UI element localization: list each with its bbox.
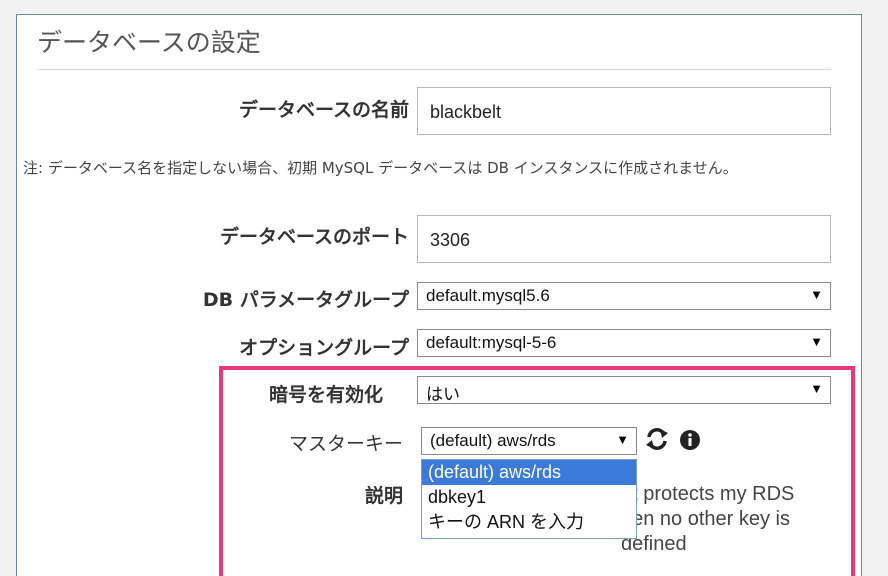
description-text: at protects my RDS hen no other key is d… [621, 482, 851, 557]
description-line: defined [621, 533, 687, 555]
db-name-input[interactable]: blackbelt [417, 87, 831, 135]
master-key-label: マスターキー [288, 433, 403, 455]
description-line: hen no other key is [621, 508, 790, 530]
param-group-select[interactable]: default.mysql5.6 ▼ [417, 282, 831, 310]
option-group-select[interactable]: default:mysql-5-6 ▼ [417, 329, 831, 357]
section-title: データベースの設定 [37, 28, 261, 57]
db-name-label: データベースの名前 [238, 99, 409, 121]
master-key-option-dbkey1[interactable]: dbkey1 [422, 485, 636, 510]
description-line: at protects my RDS [621, 483, 795, 505]
option-group-value: default:mysql-5-6 [426, 333, 557, 352]
db-port-label: データベースのポート [219, 226, 409, 248]
chevron-down-icon: ▼ [810, 334, 823, 349]
db-port-input[interactable]: 3306 [417, 215, 831, 263]
master-key-option-arn[interactable]: キーの ARN を入力 [422, 510, 636, 535]
master-key-select[interactable]: (default) aws/rds ▼ [421, 427, 637, 455]
info-icon[interactable] [679, 429, 701, 451]
description-label: 説明 [364, 485, 403, 507]
title-divider [37, 69, 831, 70]
chevron-down-icon: ▼ [810, 287, 823, 302]
param-group-label: DB パラメータグループ [202, 289, 409, 311]
encryption-value: はい [426, 385, 460, 404]
encryption-select[interactable]: はい ▼ [417, 376, 831, 404]
database-settings-panel: データベースの設定 データベースの名前 blackbelt 注: データベース名… [16, 14, 862, 576]
db-name-note: 注: データベース名を指定しない場合、初期 MySQL データベースは DB イ… [23, 159, 738, 177]
master-key-option-default[interactable]: (default) aws/rds [422, 460, 636, 485]
encryption-label: 暗号を有効化 [268, 384, 383, 406]
master-key-value: (default) aws/rds [430, 431, 556, 450]
chevron-down-icon: ▼ [616, 432, 629, 447]
option-group-label: オプショングループ [239, 337, 409, 359]
refresh-icon[interactable] [643, 425, 671, 453]
chevron-down-icon: ▼ [810, 381, 823, 396]
master-key-dropdown-list[interactable]: (default) aws/rds dbkey1 キーの ARN を入力 [421, 459, 637, 539]
param-group-value: default.mysql5.6 [426, 286, 550, 305]
